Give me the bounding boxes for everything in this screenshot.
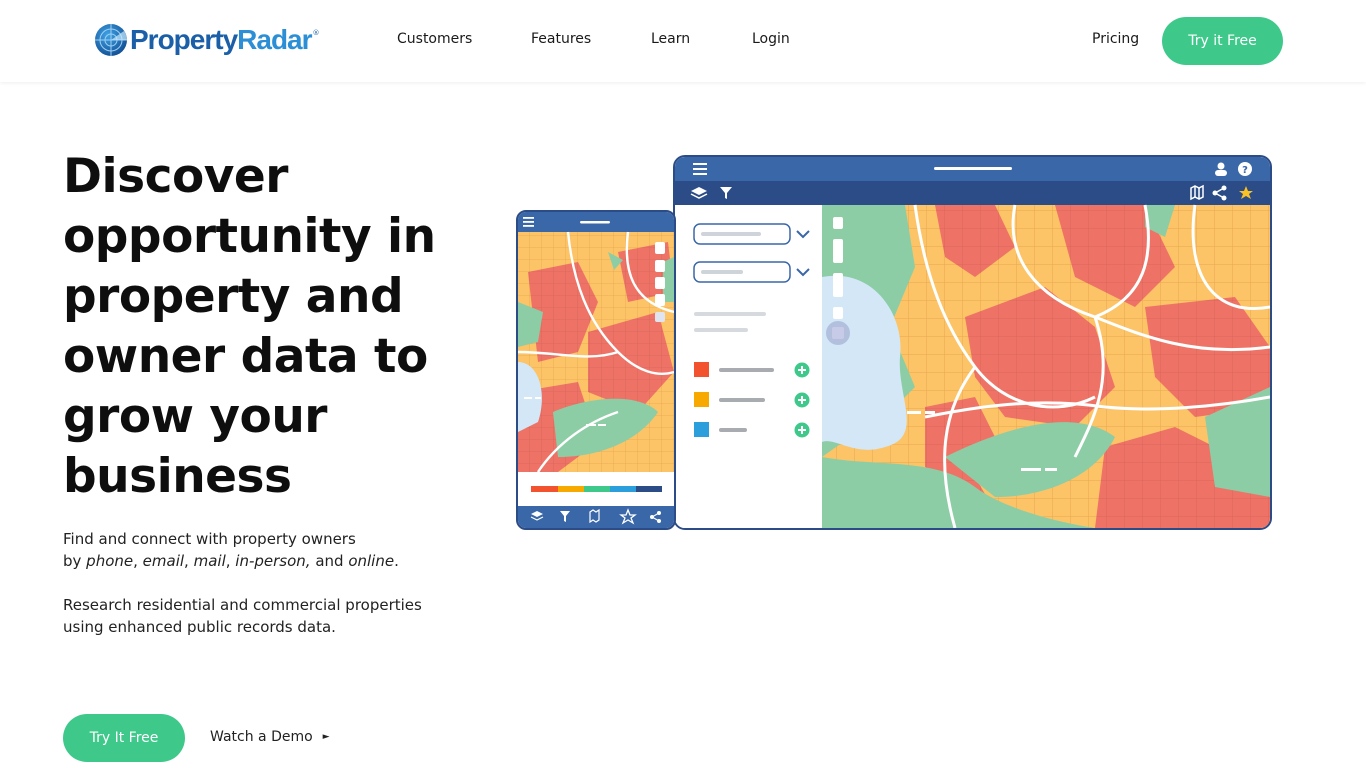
text-phone: phone — [86, 552, 134, 570]
text-sep: , — [225, 552, 236, 570]
text-mail: mail — [193, 552, 226, 570]
watch-demo-label: Watch a Demo — [210, 729, 313, 745]
text-online: online — [348, 552, 395, 570]
text-period: . — [394, 552, 399, 570]
logo-text-radar: Radar — [237, 24, 312, 55]
propertyradar-logo[interactable]: PropertyRadar ® — [94, 22, 320, 58]
nav-link-learn[interactable]: Learn — [651, 31, 690, 47]
hero-paragraph-contact: Find and connect with property owners by… — [63, 528, 463, 572]
legend-swatch-orange — [694, 392, 709, 407]
try-it-free-hero-button[interactable]: Try It Free — [63, 714, 185, 762]
plus-circle-icon — [794, 422, 810, 438]
tablet-tool-bar — [675, 181, 1270, 205]
watch-demo-link[interactable]: Watch a Demo ► — [210, 729, 330, 745]
text-and: and — [310, 552, 349, 570]
radar-globe-icon — [95, 24, 127, 56]
hamburger-menu-icon — [693, 163, 707, 175]
tablet-app-illustration: ? — [673, 155, 1272, 530]
try-it-free-nav-button[interactable]: Try it Free — [1162, 17, 1283, 65]
nav-link-features[interactable]: Features — [531, 31, 591, 47]
nav-link-login[interactable]: Login — [752, 31, 790, 47]
text-email: email — [142, 552, 185, 570]
tablet-map — [822, 204, 1270, 528]
nav-link-pricing[interactable]: Pricing — [1092, 31, 1139, 47]
legend-swatch-red — [694, 362, 709, 377]
svg-text:?: ? — [1242, 165, 1248, 176]
question-icon: ? — [1238, 162, 1252, 176]
text-sep: , — [184, 552, 194, 570]
nav-link-customers[interactable]: Customers — [397, 31, 472, 47]
logo-wordmark: PropertyRadar — [130, 24, 313, 56]
play-arrow-icon: ► — [322, 732, 330, 742]
top-nav: PropertyRadar ® Customers Features Learn… — [0, 0, 1366, 82]
phone-app-illustration — [516, 210, 676, 530]
text-in-person: in-person, — [235, 552, 311, 570]
hero-title: Discover opportunity in property and own… — [63, 149, 436, 504]
tablet-title-placeholder — [934, 167, 1012, 170]
hamburger-menu-icon — [523, 217, 534, 227]
hero-paragraph-research: Research residential and commercial prop… — [63, 596, 422, 636]
plus-circle-icon — [794, 392, 810, 408]
phone-legend-bar — [531, 486, 662, 492]
logo-registered-mark: ® — [312, 29, 320, 37]
phone-map — [518, 231, 674, 473]
logo-text-property: Property — [130, 24, 238, 55]
text-sep: , — [133, 552, 143, 570]
hero-paragraph-line: Find and connect with property owners — [63, 530, 356, 548]
text-by: by — [63, 552, 87, 570]
plus-circle-icon — [794, 362, 810, 378]
legend-swatch-blue — [694, 422, 709, 437]
